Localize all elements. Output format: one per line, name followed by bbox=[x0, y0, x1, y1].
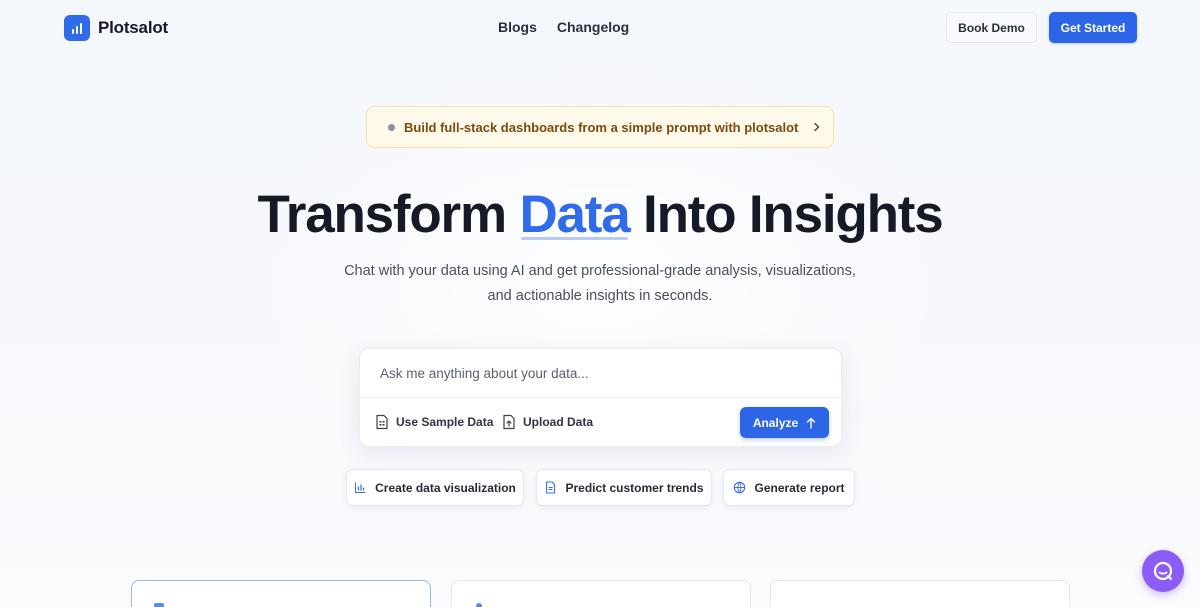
chevron-right-icon bbox=[812, 119, 822, 135]
ask-input[interactable] bbox=[360, 349, 841, 397]
announcement-banner[interactable]: Build full-stack dashboards from a simpl… bbox=[366, 106, 834, 148]
hero-subtitle: Chat with your data using AI and get pro… bbox=[300, 259, 900, 309]
nav-link-changelog[interactable]: Changelog bbox=[557, 19, 629, 35]
bar-chart-logo-icon bbox=[64, 15, 90, 41]
feature-card[interactable] bbox=[131, 580, 431, 607]
suggestion-label: Predict customer trends bbox=[565, 480, 704, 495]
hero-title-post: Into Insights bbox=[629, 185, 944, 244]
suggestion-label: Create data visualization bbox=[375, 480, 516, 495]
arrow-up-icon bbox=[806, 417, 816, 429]
suggestion-create-visualization[interactable]: Create data visualization bbox=[346, 469, 524, 506]
chat-bubble-icon bbox=[1153, 561, 1173, 581]
hero-title-pre: Transform bbox=[257, 185, 520, 244]
announcement-dot-icon bbox=[388, 123, 395, 131]
get-started-button[interactable]: Get Started bbox=[1049, 12, 1137, 43]
top-nav: Plotsalot Blogs Changelog Book Demo Get … bbox=[0, 0, 1200, 56]
suggestion-generate-report[interactable]: Generate report bbox=[723, 469, 855, 506]
file-upload-icon bbox=[503, 414, 515, 430]
feature-card[interactable] bbox=[451, 580, 751, 607]
divider bbox=[360, 397, 841, 398]
hero-subtitle-line1: Chat with your data using AI and get pro… bbox=[344, 263, 856, 279]
ask-card: Use Sample Data Upload Data Analyze bbox=[359, 348, 842, 447]
book-demo-button[interactable]: Book Demo bbox=[946, 12, 1037, 43]
suggestion-predict-trends[interactable]: Predict customer trends bbox=[536, 469, 712, 506]
nav-link-blogs[interactable]: Blogs bbox=[498, 19, 537, 35]
hero-title-highlight: Data bbox=[519, 185, 630, 244]
feature-icon bbox=[476, 603, 482, 607]
bar-chart-icon bbox=[355, 482, 366, 494]
analyze-label: Analyze bbox=[752, 415, 799, 430]
hero-subtitle-line2: and actionable insights in seconds. bbox=[487, 288, 713, 304]
analyze-button[interactable]: Analyze bbox=[740, 407, 829, 438]
upload-data-button[interactable]: Upload Data bbox=[502, 414, 593, 430]
announcement-text: Build full-stack dashboards from a simpl… bbox=[404, 119, 799, 135]
document-icon bbox=[546, 481, 556, 494]
feature-card[interactable] bbox=[770, 580, 1070, 607]
use-sample-data-button[interactable]: Use Sample Data bbox=[375, 414, 493, 430]
feature-icon bbox=[154, 603, 164, 607]
use-sample-data-label: Use Sample Data bbox=[396, 415, 494, 429]
nav-links: Blogs Changelog bbox=[498, 19, 629, 35]
file-spreadsheet-icon bbox=[376, 414, 388, 430]
upload-data-label: Upload Data bbox=[523, 415, 594, 429]
brand-name: Plotsalot bbox=[98, 18, 168, 37]
hero-title: Transform Data Into Insights bbox=[0, 180, 1200, 250]
chat-support-button[interactable] bbox=[1142, 550, 1184, 592]
brand-logo[interactable]: Plotsalot bbox=[64, 15, 168, 41]
globe-icon bbox=[734, 481, 746, 494]
suggestion-label: Generate report bbox=[754, 480, 845, 495]
